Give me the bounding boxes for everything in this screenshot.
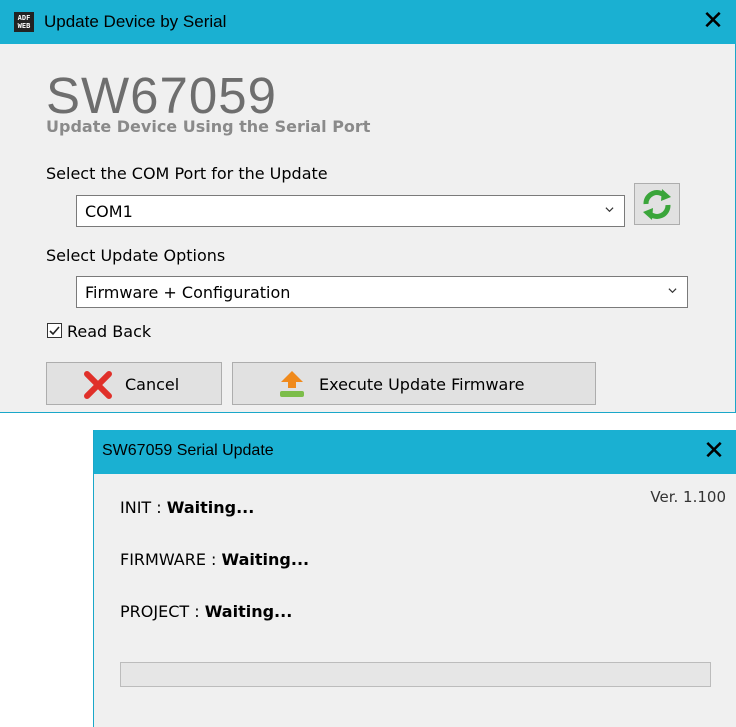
update-window-title: Update Device by Serial (44, 12, 227, 31)
update-progress-bar (120, 662, 711, 687)
init-status-line: INIT : Waiting... (120, 498, 254, 517)
serial-update-window: SW67059 Serial Update ✕ Ver. 1.100 INIT … (93, 430, 736, 727)
app-logo-icon: ADF WEB (14, 12, 34, 32)
cancel-button[interactable]: Cancel (46, 362, 222, 405)
page-subtitle: Update Device Using the Serial Port (46, 117, 371, 136)
read-back-checkbox[interactable] (47, 323, 62, 338)
options-label: Select Update Options (46, 246, 226, 265)
update-options-select[interactable]: Firmware + Configuration (76, 276, 688, 308)
cancel-button-label: Cancel (125, 375, 180, 394)
project-status: Waiting... (204, 602, 293, 621)
refresh-ports-button[interactable] (634, 183, 680, 225)
cancel-x-icon (84, 371, 112, 399)
chevron-down-icon (668, 288, 677, 294)
firmware-status: Waiting... (221, 550, 310, 569)
chevron-down-icon (605, 207, 614, 213)
update-window-titlebar[interactable]: ADF WEB Update Device by Serial ✕ (0, 0, 736, 44)
update-options-value: Firmware + Configuration (85, 283, 291, 302)
execute-button-label: Execute Update Firmware (319, 375, 525, 394)
upload-arrow-icon (280, 371, 304, 397)
update-device-window: ADF WEB Update Device by Serial ✕ SW67059… (0, 0, 736, 413)
project-label: PROJECT : (120, 602, 205, 621)
firmware-label: FIRMWARE : (120, 550, 222, 569)
checkmark-icon (49, 326, 60, 336)
init-status: Waiting... (166, 498, 255, 517)
serial-window-titlebar[interactable]: SW67059 Serial Update ✕ (94, 430, 736, 474)
com-port-select[interactable]: COM1 (76, 195, 625, 227)
close-icon[interactable]: ✕ (698, 436, 730, 468)
com-port-value: COM1 (85, 202, 133, 221)
com-port-label: Select the COM Port for the Update (46, 164, 328, 183)
read-back-label: Read Back (67, 322, 152, 341)
refresh-icon (643, 189, 671, 220)
execute-update-button[interactable]: Execute Update Firmware (232, 362, 596, 405)
version-label: Ver. 1.100 (650, 488, 726, 506)
serial-window-title: SW67059 Serial Update (102, 442, 274, 459)
close-icon[interactable]: ✕ (697, 6, 729, 38)
firmware-status-line: FIRMWARE : Waiting... (120, 550, 309, 569)
project-status-line: PROJECT : Waiting... (120, 602, 292, 621)
init-label: INIT : (120, 498, 167, 517)
